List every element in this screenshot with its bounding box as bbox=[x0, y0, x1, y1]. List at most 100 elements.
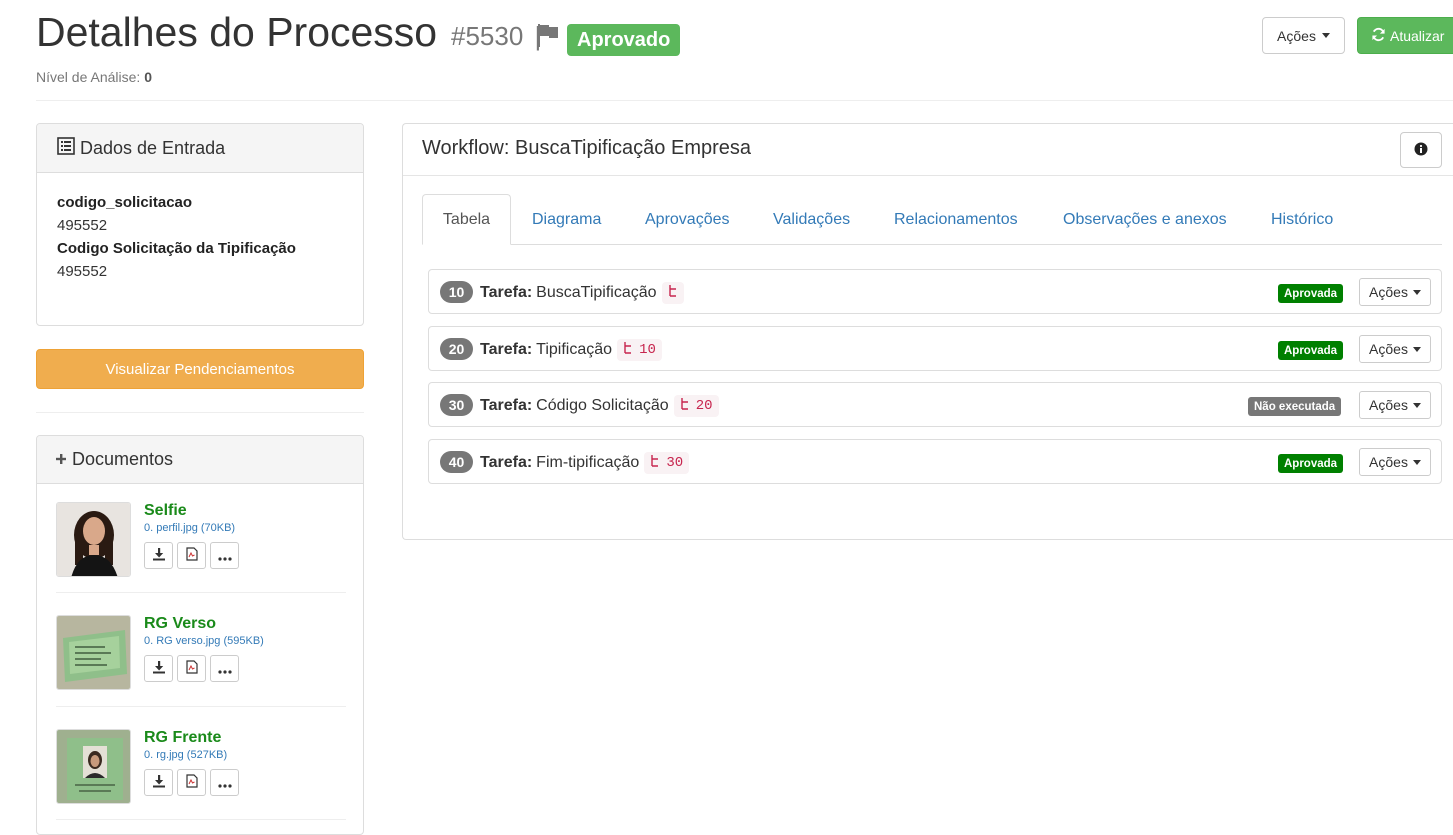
download-button[interactable] bbox=[144, 769, 173, 796]
plus-icon[interactable] bbox=[55, 449, 67, 470]
pdf-button[interactable] bbox=[177, 769, 206, 796]
task-row: 10 Tarefa: BuscaTipificação Aprovada Açõ… bbox=[428, 269, 1442, 314]
input-data-heading: Dados de Entrada bbox=[37, 124, 363, 173]
list-alt-icon bbox=[57, 136, 75, 160]
view-pendencies-button[interactable]: Visualizar Pendenciamentos bbox=[36, 349, 364, 389]
workflow-title: Workflow: BuscaTipificação Empresa bbox=[422, 137, 752, 159]
document-item: RG Verso 0. RG verso.jpg (595KB) bbox=[56, 615, 346, 715]
process-id: #5530 | bbox=[451, 20, 541, 52]
task-label: Tarefa: bbox=[480, 341, 533, 358]
field-value: 495552 bbox=[57, 263, 108, 280]
workflow-header-divider bbox=[403, 175, 1453, 176]
ellipsis-icon bbox=[217, 775, 232, 791]
download-icon bbox=[152, 660, 166, 677]
document-actions bbox=[144, 769, 239, 796]
info-button[interactable] bbox=[1400, 132, 1442, 168]
file-pdf-icon bbox=[185, 660, 198, 677]
task-actions-button[interactable]: Ações bbox=[1359, 391, 1431, 419]
document-thumbnail[interactable] bbox=[56, 729, 131, 804]
sitemap-icon bbox=[668, 284, 678, 303]
document-thumbnail[interactable] bbox=[56, 615, 131, 690]
more-button[interactable] bbox=[210, 655, 239, 682]
tab-aprovacoes[interactable]: Aprovações bbox=[645, 194, 730, 245]
caret-down-icon bbox=[1412, 402, 1421, 408]
task-actions-button[interactable]: Ações bbox=[1359, 335, 1431, 363]
task-dependency: 10 bbox=[617, 339, 662, 361]
task-name: Tipificação bbox=[536, 341, 613, 358]
page-title: Detalhes do Processo bbox=[36, 9, 438, 55]
task-label: Tarefa: bbox=[480, 454, 533, 471]
ellipsis-icon bbox=[217, 661, 232, 677]
document-item: RG Frente 0. rg.jpg (527KB) bbox=[56, 729, 346, 829]
tab-validacoes[interactable]: Validações bbox=[773, 194, 850, 245]
task-label: Tarefa: bbox=[480, 284, 533, 301]
analysis-level-label: Nível de Análise: bbox=[36, 69, 141, 85]
documents-panel: Documentos Selfie 0. perfil.jpg (70KB) R… bbox=[36, 435, 364, 835]
pdf-button[interactable] bbox=[177, 655, 206, 682]
documents-title: Documentos bbox=[72, 449, 174, 469]
task-dependency: 30 bbox=[644, 452, 690, 474]
task-name: BuscaTipificação bbox=[536, 284, 657, 301]
task-dependency-value: 30 bbox=[666, 455, 684, 471]
tab-observacoes[interactable]: Observações e anexos bbox=[1063, 194, 1227, 245]
field-name: Codigo Solicitação da Tipificação bbox=[57, 240, 296, 257]
workflow-tabs: Tabela Diagrama Aprovações Validações Re… bbox=[422, 194, 1442, 245]
task-text: Tarefa: Tipificação 10 bbox=[480, 339, 662, 361]
tab-historico[interactable]: Histórico bbox=[1271, 194, 1333, 245]
task-text: Tarefa: Código Solicitação 20 bbox=[480, 395, 719, 417]
document-actions bbox=[144, 655, 239, 682]
document-title[interactable]: Selfie bbox=[144, 502, 187, 520]
task-name: Código Solicitação bbox=[536, 397, 669, 414]
download-button[interactable] bbox=[144, 542, 173, 569]
field-name: codigo_solicitacao bbox=[57, 194, 193, 211]
field-value: 495552 bbox=[57, 217, 108, 234]
more-button[interactable] bbox=[210, 769, 239, 796]
refresh-icon bbox=[1371, 27, 1386, 45]
task-name: Fim-tipificação bbox=[536, 454, 640, 471]
task-row: 30 Tarefa: Código Solicitação 20 Não exe… bbox=[428, 382, 1442, 427]
task-label: Tarefa: bbox=[480, 397, 533, 414]
task-actions-label: Ações bbox=[1369, 284, 1408, 300]
task-status-badge: Aprovada bbox=[1278, 341, 1344, 360]
download-button[interactable] bbox=[144, 655, 173, 682]
document-separator bbox=[56, 819, 346, 820]
pdf-button[interactable] bbox=[177, 542, 206, 569]
tab-diagrama[interactable]: Diagrama bbox=[532, 194, 601, 245]
document-filename[interactable]: 0. rg.jpg (527KB) bbox=[144, 749, 227, 761]
refresh-button[interactable]: Atualizar bbox=[1357, 17, 1453, 54]
task-status-badge: Aprovada bbox=[1278, 454, 1344, 473]
info-icon bbox=[1414, 142, 1428, 159]
document-separator bbox=[56, 592, 346, 593]
tab-tabela[interactable]: Tabela bbox=[422, 194, 511, 245]
file-pdf-icon bbox=[185, 774, 198, 791]
document-title[interactable]: RG Verso bbox=[144, 615, 216, 633]
status-badge: Aprovado bbox=[567, 24, 681, 56]
download-icon bbox=[152, 547, 166, 564]
documents-heading[interactable]: Documentos bbox=[37, 436, 363, 484]
task-number: 30 bbox=[440, 394, 473, 416]
file-pdf-icon bbox=[185, 547, 198, 564]
actions-label: Ações bbox=[1277, 27, 1316, 44]
task-number: 20 bbox=[440, 338, 473, 360]
task-status-badge: Aprovada bbox=[1278, 284, 1344, 303]
task-text: Tarefa: Fim-tipificação 30 bbox=[480, 452, 690, 474]
task-actions-button[interactable]: Ações bbox=[1359, 278, 1431, 306]
ellipsis-icon bbox=[217, 548, 232, 564]
sitemap-icon bbox=[680, 397, 690, 416]
caret-down-icon bbox=[1412, 289, 1421, 295]
document-filename[interactable]: 0. perfil.jpg (70KB) bbox=[144, 522, 235, 534]
task-number: 40 bbox=[440, 451, 473, 473]
flag-icon[interactable] bbox=[536, 22, 560, 48]
actions-dropdown-button[interactable]: Ações bbox=[1262, 17, 1345, 54]
task-actions-label: Ações bbox=[1369, 397, 1408, 413]
caret-down-icon bbox=[1412, 459, 1421, 465]
task-actions-button[interactable]: Ações bbox=[1359, 448, 1431, 476]
more-button[interactable] bbox=[210, 542, 239, 569]
document-title[interactable]: RG Frente bbox=[144, 729, 221, 747]
tab-relacionamentos[interactable]: Relacionamentos bbox=[894, 194, 1018, 245]
document-thumbnail[interactable] bbox=[56, 502, 131, 577]
download-icon bbox=[152, 774, 166, 791]
sitemap-icon bbox=[650, 454, 660, 473]
document-filename[interactable]: 0. RG verso.jpg (595KB) bbox=[144, 635, 264, 647]
sitemap-icon bbox=[623, 341, 633, 360]
